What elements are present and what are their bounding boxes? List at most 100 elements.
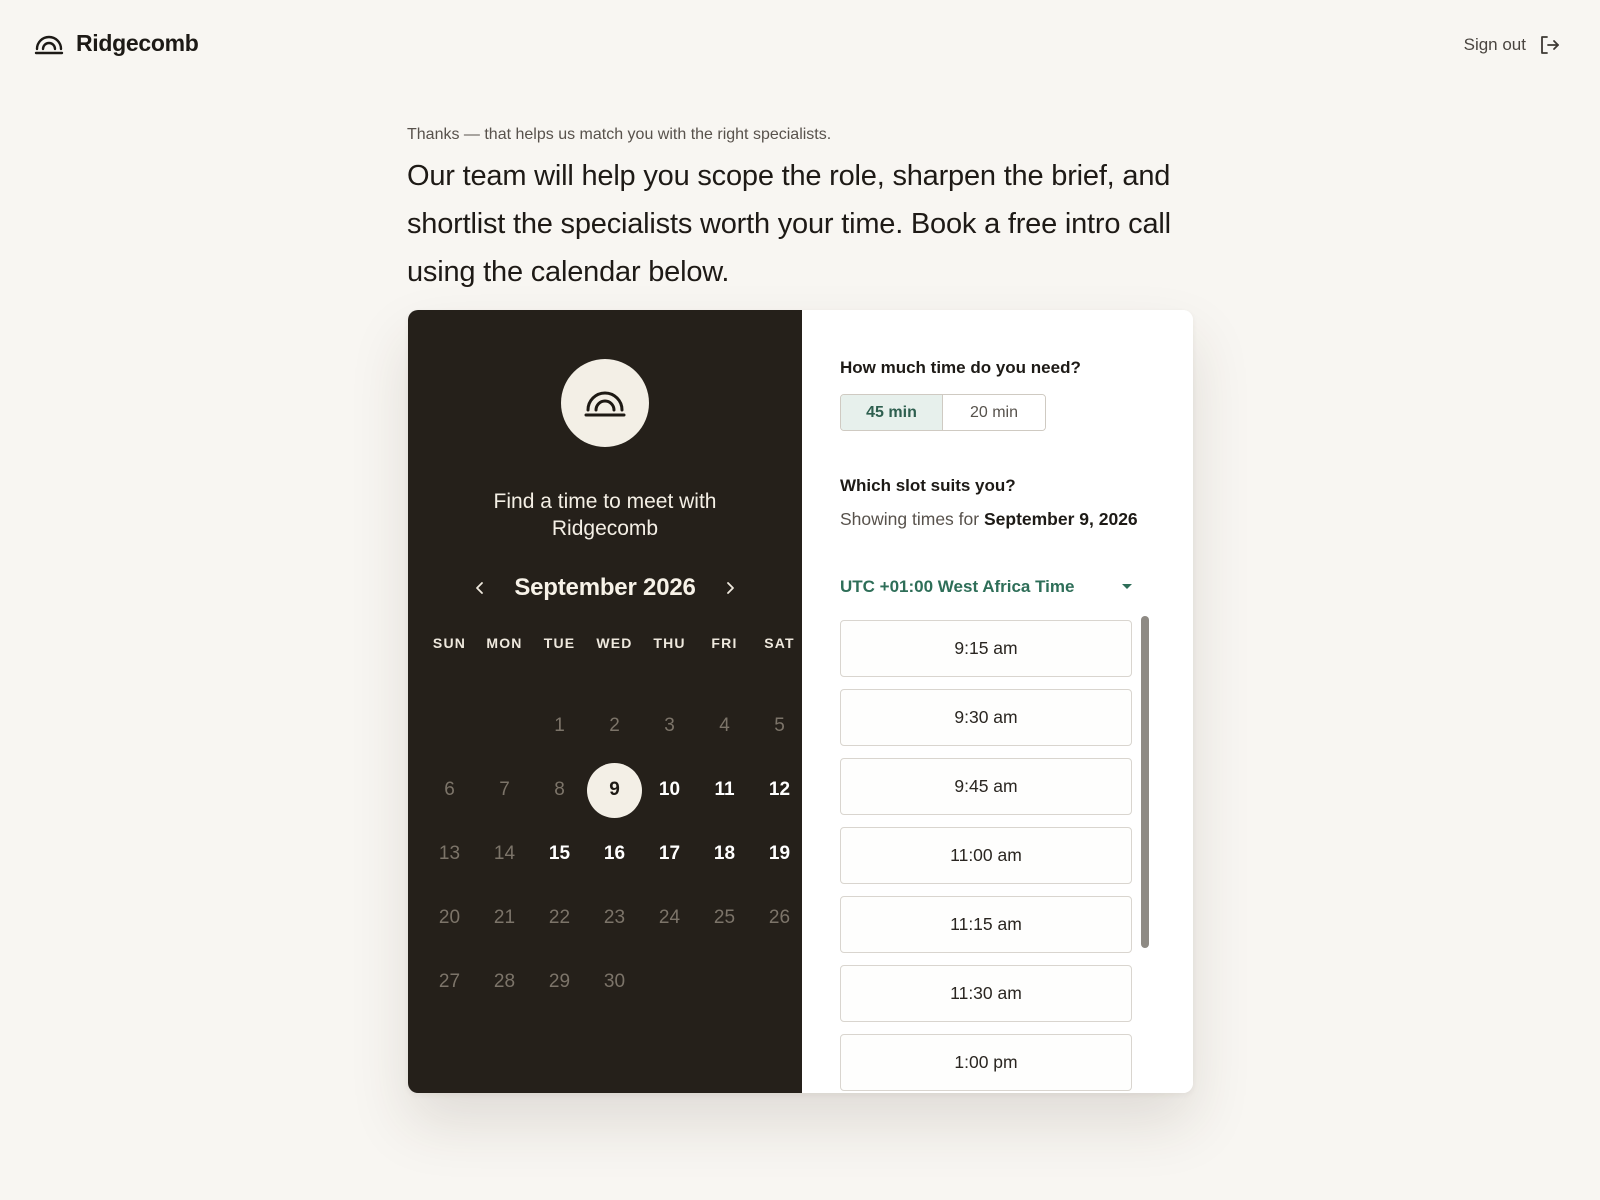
calendar-day: 25	[697, 886, 752, 950]
calendar-day[interactable]: 17	[642, 822, 697, 886]
calendar-day-number: 17	[658, 843, 681, 864]
calendar-day-number: 8	[554, 779, 565, 800]
calendar-day-number: 24	[658, 907, 681, 928]
calendar-week-row: 6 7 8 9 10 11 12	[422, 758, 807, 822]
calendar-empty-cell	[642, 950, 697, 1014]
next-month-button[interactable]	[718, 576, 742, 600]
calendar-day-number: 27	[438, 971, 461, 992]
booking-card: Find a time to meet with Ridgecomb Septe…	[408, 310, 1193, 1093]
sign-out-button[interactable]: Sign out	[1464, 34, 1560, 56]
intro-lead: Our team will help you scope the role, s…	[407, 160, 1171, 288]
chevron-right-icon	[727, 582, 734, 594]
timezone-select[interactable]: UTC +01:00 West Africa Time	[840, 577, 1137, 597]
calendar-week-row: 1 2 3 4 5	[422, 694, 807, 758]
calendar-day: 22	[532, 886, 587, 950]
calendar-day[interactable]: 12	[752, 758, 807, 822]
brand-name: Ridgecomb	[76, 30, 199, 56]
time-slot-button[interactable]: 1:00 pm	[840, 1034, 1132, 1091]
calendar-day-number: 5	[774, 715, 785, 736]
calendar-week-row: 13 14 15 16 17 18 19	[422, 822, 807, 886]
slot-panel: How much time do you need? 45 min 20 min …	[802, 310, 1193, 1093]
showing-date: September 9, 2026	[983, 509, 1138, 529]
calendar-day: 3	[642, 694, 697, 758]
chevron-left-icon	[476, 582, 483, 594]
duration-question: How much time do you need?	[840, 358, 1081, 377]
time-slot-button[interactable]: 9:30 am	[840, 689, 1132, 746]
calendar-grid: SUN MON TUE WED THU FRI SAT 1 2 3 4 5 6 7 8 9 10 11 12 13 1…	[422, 632, 807, 1014]
brand-logo[interactable]: Ridgecomb	[34, 30, 199, 57]
calendar-day: 14	[477, 822, 532, 886]
calendar-empty-cell	[422, 694, 477, 758]
calendar-day: 21	[477, 886, 532, 950]
calendar-day: 7	[477, 758, 532, 822]
calendar-day[interactable]: 18	[697, 822, 752, 886]
month-label: September 2026	[514, 574, 696, 601]
time-slot-button[interactable]: 9:15 am	[840, 620, 1132, 677]
calendar-day[interactable]: 10	[642, 758, 697, 822]
company-avatar	[561, 359, 649, 447]
calendar-day: 30	[587, 950, 642, 1014]
calendar-empty-cell	[477, 694, 532, 758]
calendar-day-number: 21	[493, 907, 516, 928]
calendar-day[interactable]: 15	[532, 822, 587, 886]
calendar-day-number: 19	[768, 843, 791, 864]
calendar-day: 29	[532, 950, 587, 1014]
calendar-empty-cell	[752, 950, 807, 1014]
calendar-day-number: 3	[664, 715, 675, 736]
calendar-day-number: 29	[548, 971, 571, 992]
calendar-day-number: 10	[658, 779, 681, 800]
calendar-day-number: 13	[438, 843, 461, 864]
showing-date-text: Showing times for September 9, 2026	[840, 506, 1140, 532]
calendar-week-row: 27 28 29 30	[422, 950, 807, 1014]
sign-out-icon	[1538, 34, 1560, 56]
sign-out-label: Sign out	[1463, 35, 1526, 54]
rainbow-logo-icon	[583, 388, 627, 418]
calendar-day-number: 30	[603, 971, 626, 992]
weekday-label: MON	[486, 635, 523, 651]
calendar-day: 28	[477, 950, 532, 1014]
calendar-day-number: 20	[438, 907, 461, 928]
calendar-day: 5	[752, 694, 807, 758]
duration-toggle: 45 min 20 min	[840, 394, 1046, 431]
time-slot-button[interactable]: 11:30 am	[840, 965, 1132, 1022]
weekday-label: WED	[596, 635, 633, 651]
time-slot-button[interactable]: 11:00 am	[840, 827, 1132, 884]
calendar-week-row: 20 21 22 23 24 25 26	[422, 886, 807, 950]
calendar-day-number: 4	[719, 715, 730, 736]
calendar-day[interactable]: 16	[587, 822, 642, 886]
calendar-day-number: 1	[554, 715, 565, 736]
calendar-day-number: 22	[548, 907, 571, 928]
calendar-day: 13	[422, 822, 477, 886]
calendar-day-number: 7	[499, 779, 510, 800]
calendar-day-number: 18	[713, 843, 736, 864]
time-slot-button[interactable]: 9:45 am	[840, 758, 1132, 815]
calendar-day[interactable]: 11	[697, 758, 752, 822]
previous-month-button[interactable]	[468, 576, 492, 600]
calendar-panel: Find a time to meet with Ridgecomb Septe…	[408, 310, 802, 1093]
duration-option-short[interactable]: 20 min	[943, 395, 1045, 430]
slot-list-scrollbar[interactable]	[1141, 616, 1149, 948]
calendar-day: 24	[642, 886, 697, 950]
calendar-day-number: 16	[603, 843, 626, 864]
calendar-day-number: 6	[444, 779, 455, 800]
calendar-day-number: 12	[768, 779, 791, 800]
calendar-day-number: 25	[713, 907, 736, 928]
weekday-label: THU	[653, 635, 686, 651]
calendar-day-number: 23	[603, 907, 626, 928]
calendar-day-selected[interactable]: 9	[587, 758, 642, 822]
calendar-day-number: 11	[714, 779, 735, 800]
slot-question: Which slot suits you?	[840, 476, 1016, 495]
weekday-label: SUN	[432, 635, 467, 651]
time-slot-button[interactable]: 11:15 am	[840, 896, 1132, 953]
calendar-weeks: 1 2 3 4 5 6 7 8 9 10 11 12 13 14 15 16 17 18 19 20 21 22 23 24 2…	[422, 694, 807, 1014]
calendar-day-number: 9	[587, 762, 642, 818]
calendar-day: 2	[587, 694, 642, 758]
calendar-day: 1	[532, 694, 587, 758]
weekday-label: FRI	[711, 635, 738, 651]
calendar-day: 26	[752, 886, 807, 950]
duration-option-long[interactable]: 45 min	[841, 395, 943, 430]
calendar-day[interactable]: 19	[752, 822, 807, 886]
rainbow-logo-icon	[34, 32, 64, 56]
time-slot-list: 9:15 am 9:30 am 9:45 am 11:00 am 11:15 am 11:…	[840, 620, 1132, 1093]
intro-section: Thanks — that helps us match you with th…	[407, 126, 1187, 296]
